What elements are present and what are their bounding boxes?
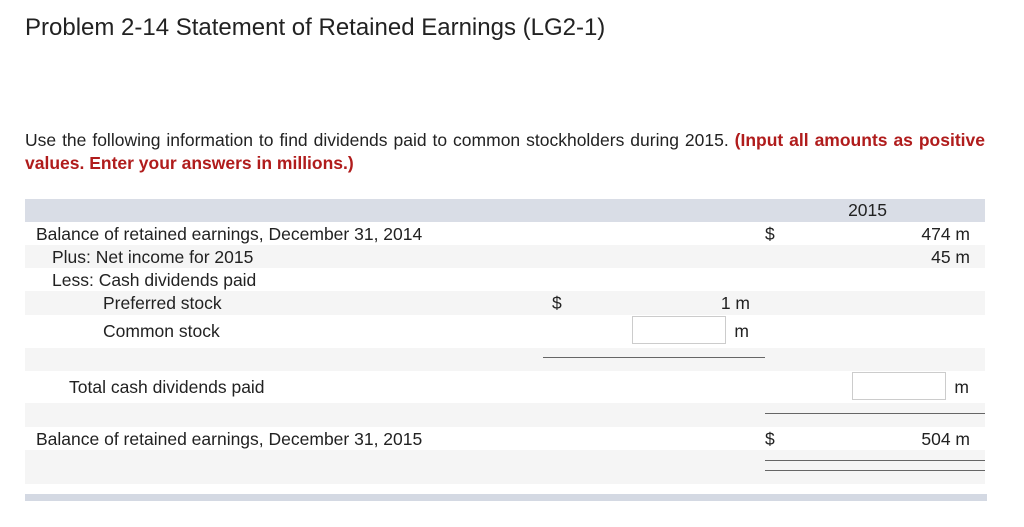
table-row: Plus: Net income for 2015 45 m xyxy=(25,245,985,268)
row-label: Balance of retained earnings, December 3… xyxy=(36,224,423,244)
table-row: Total cash dividends paid m xyxy=(25,371,985,403)
currency-symbol: $ xyxy=(552,293,562,313)
row-value: 474 m xyxy=(921,224,970,244)
page-title: Problem 2-14 Statement of Retained Earni… xyxy=(25,14,606,41)
table-row: Preferred stock $ 1 m xyxy=(25,291,985,315)
table-footer-bar xyxy=(25,494,987,501)
table-row: Common stock m xyxy=(25,315,985,348)
row-value: 1 m xyxy=(720,293,750,313)
row-label: Less: Cash dividends paid xyxy=(52,270,257,290)
common-stock-dividends-input[interactable] xyxy=(632,316,726,344)
unit-label: m xyxy=(734,321,749,341)
instructions-text: Use the following information to find di… xyxy=(25,130,729,150)
double-underline-top xyxy=(765,460,985,461)
row-label: Total cash dividends paid xyxy=(69,377,265,397)
table-row: Less: Cash dividends paid xyxy=(25,268,985,291)
table-row xyxy=(25,348,985,371)
row-value: 504 m xyxy=(921,429,970,449)
table-row xyxy=(25,450,985,484)
table-header: 2015 xyxy=(25,199,985,222)
row-value: 45 m xyxy=(931,247,970,267)
table-row xyxy=(25,403,985,427)
instructions: Use the following information to find di… xyxy=(25,129,985,175)
row-label: Plus: Net income for 2015 xyxy=(52,247,254,267)
table-row: Balance of retained earnings, December 3… xyxy=(25,222,985,245)
total-underline xyxy=(765,413,985,414)
double-underline-bottom xyxy=(765,470,985,471)
subtotal-underline xyxy=(543,357,765,358)
year-column-header: 2015 xyxy=(848,200,887,220)
currency-symbol: $ xyxy=(765,224,775,244)
total-dividends-input[interactable] xyxy=(852,372,946,400)
currency-symbol: $ xyxy=(765,429,775,449)
table-row: Balance of retained earnings, December 3… xyxy=(25,427,985,450)
unit-label: m xyxy=(954,377,969,397)
row-label: Common stock xyxy=(103,321,220,341)
row-label: Preferred stock xyxy=(103,293,222,313)
row-label: Balance of retained earnings, December 3… xyxy=(36,429,423,449)
